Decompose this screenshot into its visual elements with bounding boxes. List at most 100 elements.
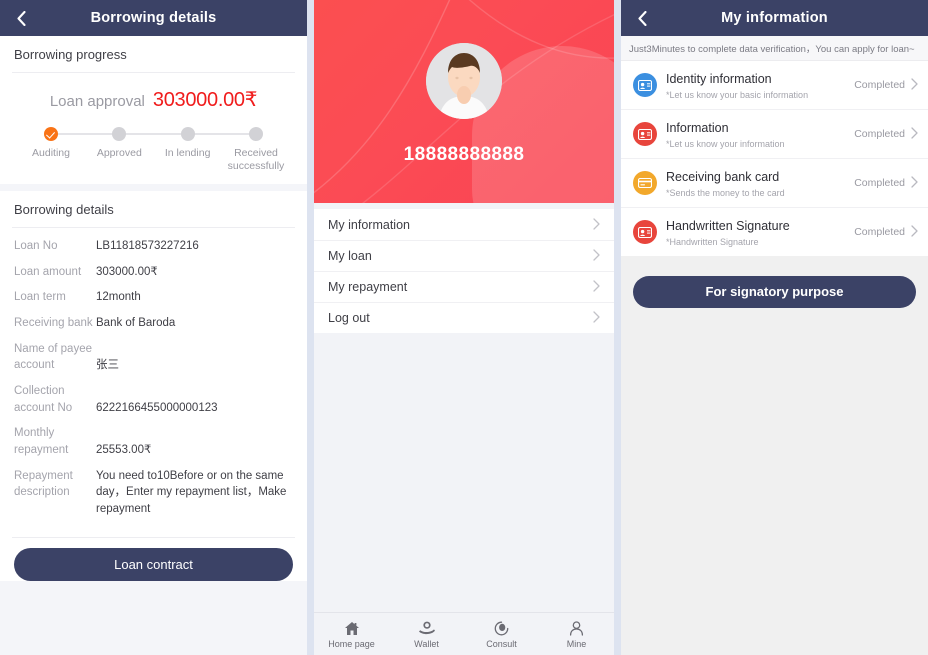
tab-label: Mine xyxy=(566,639,587,649)
list-item-subtitle: *Let us know your basic information xyxy=(666,90,809,100)
chevron-right-icon xyxy=(593,280,600,294)
list-item-title: Handwritten Signature xyxy=(666,219,790,233)
borrowing-details-screen: Borrowing details Borrowing progress Loa… xyxy=(0,0,307,655)
borrowing-progress-title: Borrowing progress xyxy=(14,47,127,62)
menu-item-label: My loan xyxy=(328,249,372,263)
chevron-right-icon xyxy=(911,78,918,92)
mine-screen: 18888888888 My information My loan My re… xyxy=(314,0,614,655)
list-item-handwritten-signature[interactable]: Handwritten Signature *Handwritten Signa… xyxy=(621,207,928,256)
screenshot-root: Borrowing details Borrowing progress Loa… xyxy=(0,0,928,655)
row-label: Repayment description xyxy=(14,469,73,499)
right-navbar: My information xyxy=(621,0,928,36)
table-row: Loan amount 303000.00₹ xyxy=(14,264,293,281)
loan-approval-line: Loan approval 303000.00₹ xyxy=(0,87,307,112)
bank-card-icon xyxy=(633,171,657,195)
menu-item-label: Log out xyxy=(328,311,370,325)
avatar[interactable] xyxy=(426,43,502,119)
step-dot-icon xyxy=(112,127,127,141)
tab-consult[interactable]: Consult xyxy=(464,619,539,649)
table-row: Loan No LB11818573227216 xyxy=(14,238,293,255)
my-information-screen: My information Just3Minutes to complete … xyxy=(621,0,928,655)
row-value: 303000.00₹ xyxy=(96,265,158,278)
table-row: Loan term 12month xyxy=(14,289,293,306)
back-chevron-left-icon[interactable] xyxy=(634,10,650,26)
tab-label: Home page xyxy=(328,639,375,649)
row-label: Loan No xyxy=(14,240,58,252)
chevron-right-icon xyxy=(911,225,918,239)
page-title: My information xyxy=(721,10,828,26)
row-value: 6222166455000000123 xyxy=(96,401,218,414)
status-badge: Completed xyxy=(854,128,905,140)
chevron-right-icon xyxy=(593,249,600,263)
step-label: Auditing xyxy=(32,147,70,159)
menu-item-my-information[interactable]: My information xyxy=(314,209,614,240)
wallet-hand-coin-icon xyxy=(389,619,464,637)
list-item-text: Information *Let us know your informatio… xyxy=(666,119,854,149)
tab-label: Wallet xyxy=(414,639,439,649)
loan-approval-block: Loan approval 303000.00₹ Auditing Approv… xyxy=(0,73,307,184)
step-approved: Approved xyxy=(90,126,148,173)
menu-item-log-out[interactable]: Log out xyxy=(314,302,614,333)
status-badge: Completed xyxy=(854,79,905,91)
phone-number: 18888888888 xyxy=(403,144,525,165)
list-item-title: Identity information xyxy=(666,72,772,86)
divider xyxy=(12,536,295,538)
list-item-identity-information[interactable]: Identity information *Let us know your b… xyxy=(621,61,928,109)
row-value: 张三 xyxy=(96,359,119,372)
step-dot-icon xyxy=(248,127,263,141)
chevron-right-icon xyxy=(593,217,600,232)
id-card-icon xyxy=(633,122,657,146)
bottom-tab-bar: Home page Wallet Consult Mine xyxy=(314,612,614,655)
row-value: 25553.00₹ xyxy=(96,444,152,457)
home-icon xyxy=(314,619,389,637)
user-avatar-icon xyxy=(426,43,502,119)
list-item-subtitle: *Let us know your information xyxy=(666,139,785,149)
chevron-right-icon xyxy=(593,311,600,325)
loan-contract-button[interactable]: Loan contract xyxy=(14,547,293,581)
loan-approval-amount: 303000.00₹ xyxy=(152,89,258,111)
chevron-right-icon xyxy=(911,127,918,141)
tab-home-page[interactable]: Home page xyxy=(314,619,389,649)
status-badge: Completed xyxy=(854,177,905,189)
back-chevron-left-icon[interactable] xyxy=(13,10,29,26)
row-value: Bank of Baroda xyxy=(96,317,176,330)
row-value: You need to10Before or on the same day，E… xyxy=(96,469,287,516)
step-label: Approved xyxy=(96,147,142,159)
verification-notice: Just3Minutes to complete data verificati… xyxy=(621,36,928,61)
loan-approval-label: Loan approval xyxy=(49,93,145,110)
row-value: 12month xyxy=(96,291,141,304)
menu-item-my-repayment[interactable]: My repayment xyxy=(314,271,614,302)
menu-item-label: My information xyxy=(328,217,410,232)
list-item-title: Receiving bank card xyxy=(666,170,780,184)
list-item-information[interactable]: Information *Let us know your informatio… xyxy=(621,109,928,158)
list-item-text: Handwritten Signature *Handwritten Signa… xyxy=(666,217,854,247)
row-label: Loan term xyxy=(14,291,66,304)
row-label: Collection account No xyxy=(14,385,73,414)
person-outline-icon xyxy=(539,619,614,637)
tab-label: Consult xyxy=(486,639,517,649)
loan-detail-table: Loan No LB11818573227216 Loan amount 303… xyxy=(0,228,307,537)
page-title: Borrowing details xyxy=(90,10,217,26)
step-received-successfully: Received successfully xyxy=(227,126,285,173)
row-label: Loan amount xyxy=(14,265,82,278)
row-label: Monthly repayment xyxy=(14,427,69,457)
table-row: Name of payee account 张三 xyxy=(14,341,293,374)
step-dot-icon xyxy=(180,127,195,141)
list-item-receiving-bank-card[interactable]: Receiving bank card *Sends the money to … xyxy=(621,158,928,207)
list-item-text: Receiving bank card *Sends the money to … xyxy=(666,168,854,198)
table-row: Receiving bank Bank of Baroda xyxy=(14,315,293,332)
borrowing-progress-card: Borrowing progress Loan approval 303000.… xyxy=(0,36,307,184)
row-label: Receiving bank xyxy=(14,317,93,330)
for-signatory-purpose-button[interactable]: For signatory purpose xyxy=(633,276,916,308)
table-row: Monthly repayment 25553.00₹ xyxy=(14,425,293,458)
menu-item-my-loan[interactable]: My loan xyxy=(314,240,614,271)
step-label: Received successfully xyxy=(227,147,285,173)
tab-mine[interactable]: Mine xyxy=(539,619,614,649)
chevron-right-icon xyxy=(911,176,918,190)
tab-wallet[interactable]: Wallet xyxy=(389,619,464,649)
id-card-icon xyxy=(633,220,657,244)
borrowing-details-card: Borrowing details Loan No LB118185732272… xyxy=(0,191,307,581)
list-item-subtitle: *Sends the money to the card xyxy=(666,188,785,198)
step-label: In lending xyxy=(164,147,211,159)
list-item-subtitle: *Handwritten Signature xyxy=(666,237,759,247)
